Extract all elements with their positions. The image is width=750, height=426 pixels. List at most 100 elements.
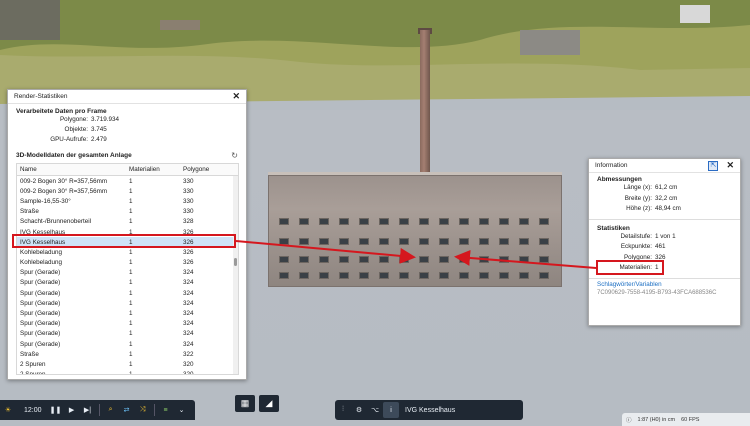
table-row[interactable]: Sample-16,55-30° 1 330 [17, 196, 238, 206]
open-external-icon[interactable]: ⇱ [708, 160, 719, 171]
ivg-kesselhaus-model[interactable] [268, 175, 562, 287]
table-row[interactable]: Straße 1 330 [17, 207, 238, 217]
vertical-scrollbar[interactable] [233, 176, 238, 374]
scale-display: 1:87 (H0) in cm [637, 416, 676, 423]
fast-forward-icon[interactable]: ▶| [80, 402, 96, 418]
table-row[interactable]: Spur (Gerade) 1 324 [17, 278, 238, 288]
frame-key: Objekte: [64, 126, 88, 133]
frame-stats: Verarbeitete Daten pro Frame Polygone: 3.… [8, 104, 246, 149]
dim-key: Höhe (z): [626, 205, 652, 212]
cell-name: 009-2 Bogen 30° R=357,56mm [20, 177, 108, 185]
cell-polygons: 328 [183, 218, 194, 226]
frame-value: 3.719.934 [91, 116, 120, 123]
fps-display: 60 FPS [681, 416, 700, 423]
object-toolbar: ⫶ ⚙ ⌥ i IVG Kesselhaus [335, 400, 523, 420]
close-icon[interactable]: ✕ [232, 91, 240, 102]
cell-name: Spur (Gerade) [20, 340, 61, 348]
cell-name: Sample-16,55-30° [20, 197, 71, 205]
stat-value: 1 von 1 [655, 232, 676, 240]
pause-icon[interactable]: ❚❚ [48, 402, 64, 418]
table-row[interactable]: Spur (Gerade) 1 324 [17, 319, 238, 329]
frame-key: GPU-Aufrufe: [50, 136, 88, 143]
cell-materials: 1 [129, 259, 133, 267]
frame-value: 3.745 [91, 126, 107, 133]
stat-value: 461 [655, 243, 666, 250]
column-header-name[interactable]: Name [17, 166, 127, 173]
table-row[interactable]: 2 Spuren 1 320 [17, 359, 238, 369]
settings-sliders-icon[interactable]: ⫶ [335, 402, 351, 418]
search-icon[interactable]: ⌕ [103, 402, 119, 418]
model-data-header: 3D-Modelldaten der gesamten Anlage ↻ [8, 151, 246, 160]
grid-view-icon[interactable]: ▦ [235, 395, 255, 412]
scrollbar-thumb[interactable] [234, 258, 237, 266]
object-guid: 7C090629-7558-4195-B793-43FCA688536C [597, 289, 717, 296]
chevron-down-icon[interactable]: ⌄ [174, 402, 190, 418]
cell-materials: 1 [129, 310, 133, 318]
dimensions-section: Abmessungen Länge (x): 61,2 cm Breite (y)… [589, 173, 740, 217]
cell-polygons: 324 [183, 279, 194, 287]
cell-materials: 1 [129, 248, 133, 256]
tags-variables-link[interactable]: Schlagwörter/Variablen [589, 281, 740, 288]
table-row[interactable]: Spur (Gerade) 1 324 [17, 339, 238, 349]
table-body: 009-2 Bogen 30° R=357,56mm 1 330 009-2 Boge… [17, 176, 238, 375]
shuffle-icon[interactable]: ⤨ [135, 402, 151, 418]
table-row[interactable]: 2 Spuren 1 320 [17, 370, 238, 375]
table-row[interactable]: Spur (Gerade) 1 324 [17, 329, 238, 339]
table-row[interactable]: 009-2 Bogen 30° R=357,56mm 1 330 [17, 186, 238, 196]
panel-titlebar[interactable]: Render-Statistiken ✕ [8, 90, 246, 104]
swap-icon[interactable]: ⇄ [119, 402, 135, 418]
status-bar: ⓘ 1:87 (H0) in cm 60 FPS [622, 413, 750, 426]
cell-name: Spur (Gerade) [20, 310, 61, 318]
table-row[interactable]: Spur (Gerade) 1 324 [17, 288, 238, 298]
cell-polygons: 326 [183, 248, 194, 256]
frame-value: 2.479 [91, 136, 107, 143]
table-row[interactable]: 009-2 Bogen 30° R=357,56mm 1 330 [17, 176, 238, 186]
dim-key: Länge (x): [623, 184, 652, 191]
column-header-polygons[interactable]: Polygone [181, 166, 231, 173]
cell-name: 2 Spuren [20, 360, 46, 368]
information-panel: Information ⇱ ✕ Abmessungen Länge (x): 61… [588, 158, 741, 326]
cell-materials: 1 [129, 218, 133, 226]
refresh-icon[interactable]: ↻ [231, 151, 238, 160]
cell-materials: 1 [129, 340, 133, 348]
table-row[interactable]: Schacht-/Brunnenoberteil 1 328 [17, 217, 238, 227]
terrain-view-icon[interactable]: ◢ [259, 395, 279, 412]
gear-icon[interactable]: ⚙ [351, 402, 367, 418]
network-icon[interactable]: ⌥ [367, 402, 383, 418]
cell-polygons: 330 [183, 208, 194, 216]
cell-name: Spur (Gerade) [20, 330, 61, 338]
sun-icon[interactable]: ☀ [0, 402, 16, 418]
cell-name: Kohlebeladung [20, 248, 63, 256]
table-row[interactable]: Spur (Gerade) 1 324 [17, 268, 238, 278]
model-table[interactable]: Name Materialien Polygone 009-2 Bogen 30… [16, 163, 239, 375]
selected-object-name[interactable]: IVG Kesselhaus [405, 407, 455, 414]
cell-name: Spur (Gerade) [20, 279, 61, 287]
time-display[interactable]: 12:00 [24, 407, 42, 414]
table-row[interactable]: Kohlebeladung 1 326 [17, 258, 238, 268]
panel-title: Information [595, 162, 628, 169]
close-icon[interactable]: ✕ [726, 160, 734, 171]
table-row[interactable]: Kohlebeladung 1 326 [17, 247, 238, 257]
table-row[interactable]: Straße 1 322 [17, 349, 238, 359]
dim-value: 61,2 cm [655, 184, 678, 191]
cell-materials: 1 [129, 197, 133, 205]
info-circle-icon: ⓘ [626, 417, 632, 424]
time-toolbar: ☀ 12:00 ❚❚ ▶ ▶| ⌕ ⇄ ⤨ ≡ ⌄ [0, 400, 195, 420]
cell-polygons: 324 [183, 289, 194, 297]
cell-materials: 1 [129, 350, 133, 358]
play-icon[interactable]: ▶ [64, 402, 80, 418]
highlight-table-row [12, 234, 236, 248]
info-icon[interactable]: i [383, 402, 399, 418]
frame-key: Polygone: [59, 116, 88, 123]
panel-titlebar[interactable]: Information ⇱ ✕ [589, 159, 740, 173]
model-heading: 3D-Modelldaten der gesamten Anlage [16, 152, 132, 159]
table-row[interactable]: Spur (Gerade) 1 324 [17, 298, 238, 308]
cell-materials: 1 [129, 299, 133, 307]
cell-polygons: 324 [183, 330, 194, 338]
cell-polygons: 320 [183, 371, 194, 375]
layers-icon[interactable]: ≡ [158, 402, 174, 418]
cell-polygons: 324 [183, 269, 194, 277]
column-header-materials[interactable]: Materialien [127, 166, 181, 173]
table-row[interactable]: Spur (Gerade) 1 324 [17, 308, 238, 318]
frame-heading: Verarbeitete Daten pro Frame [16, 108, 107, 115]
